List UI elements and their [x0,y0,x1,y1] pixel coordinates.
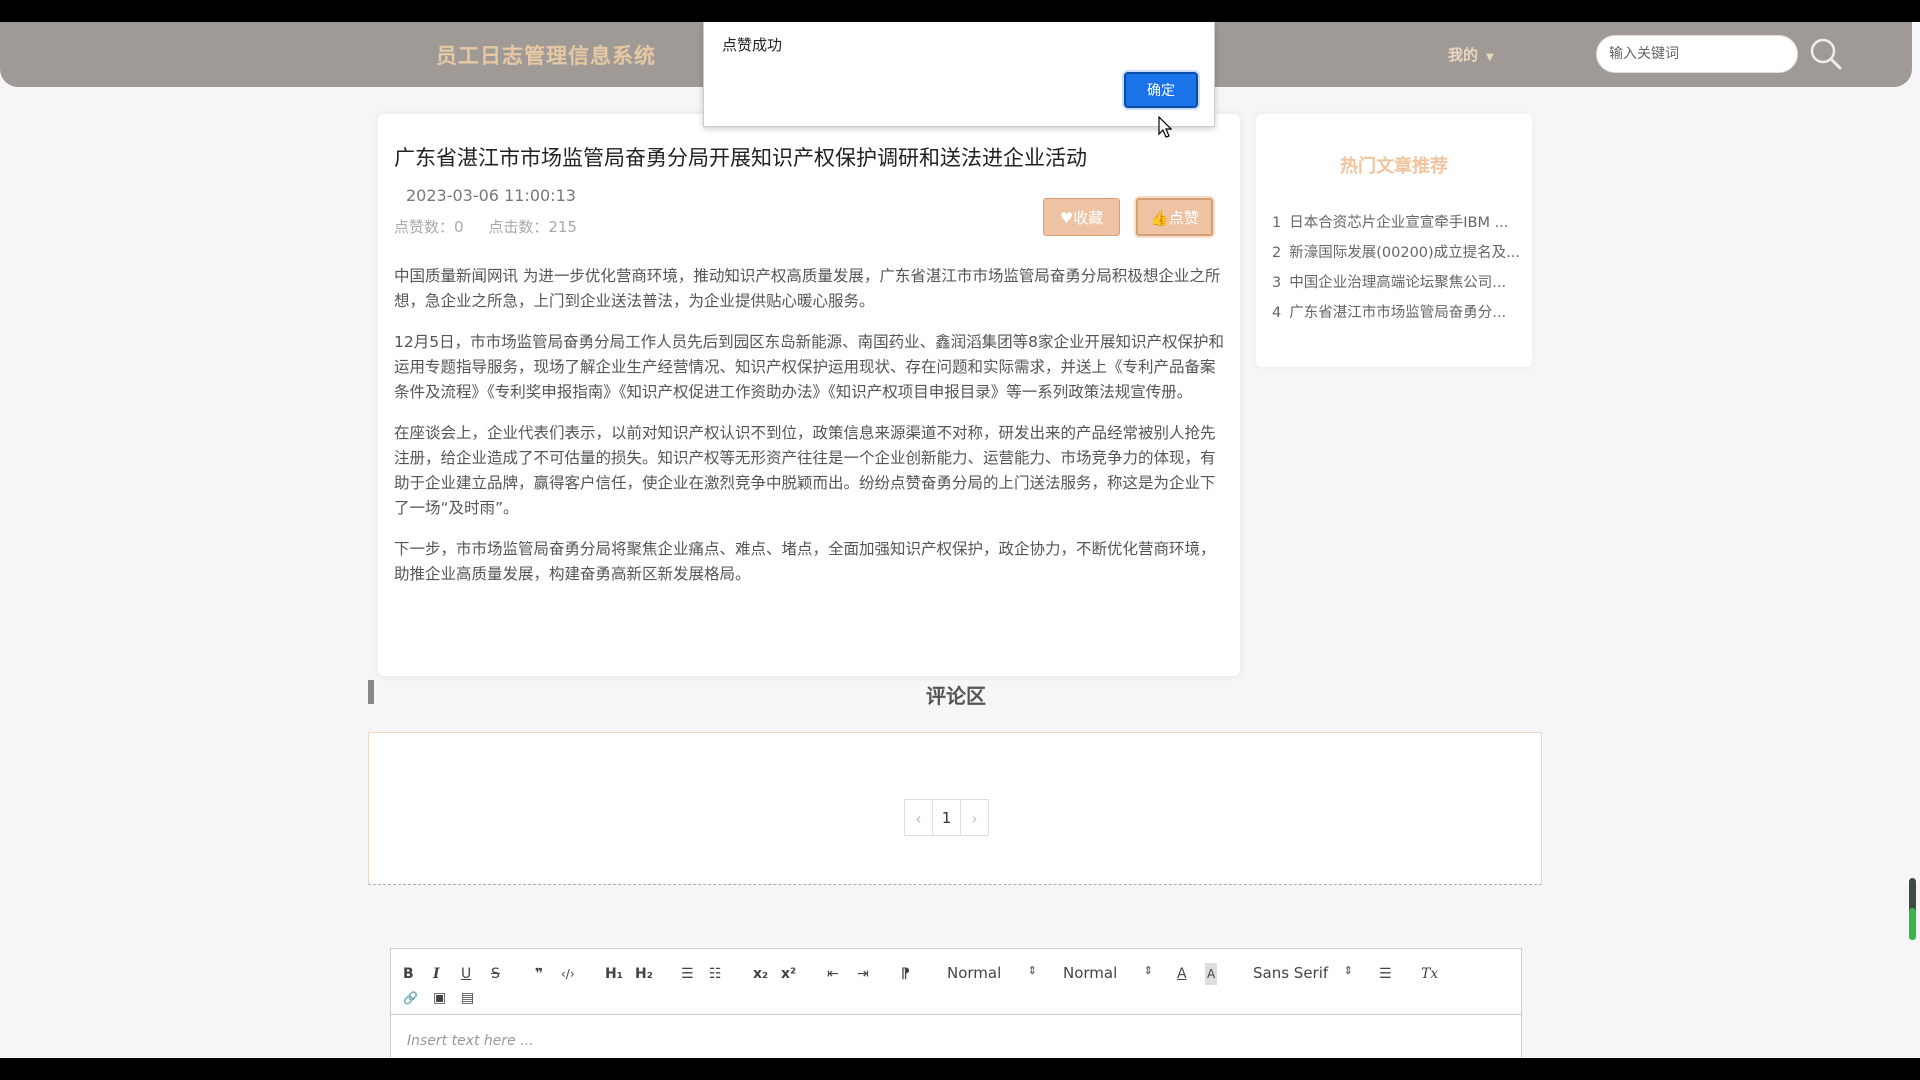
direction-rtl-button[interactable]: ⁋ [901,963,910,985]
hot-article-item[interactable]: 2 新濠国际发展(00200)成立提名及... [1272,238,1522,268]
clean-format-button[interactable]: Tx [1421,963,1438,985]
alert-dialog: 点赞成功 确定 [703,22,1215,127]
article-card: 广东省湛江市市场监管局奋勇分局开展知识产权保护调研和送法进企业活动 2023-0… [378,114,1240,676]
pagination-page[interactable]: 1 [932,799,961,836]
article-paragraph: 下一步，市市场监管局奋勇分局将聚焦企业痛点、难点、堵点，全面加强知识产权保护，政… [394,540,1216,583]
select-arrows-icon: ⇕ [1343,964,1353,977]
bullet-list-button[interactable]: ☷ [709,963,722,985]
ordered-list-button[interactable]: ☰ [681,963,694,985]
video-button[interactable]: ▤ [461,987,474,1009]
my-menu-label: 我的 [1448,46,1479,64]
comment-heading: 评论区 [926,684,986,708]
article-paragraph: 12月5日，市市场监管局奋勇分局工作人员先后到园区东岛新能源、南国药业、鑫润滔集… [394,333,1224,401]
like-button[interactable]: 👍点赞 [1136,198,1213,236]
browser-viewport: 员工日志管理信息系统 我的 ▼ 广东省湛江市市场监管局奋勇分局开展知识产权保护调研… [0,22,1920,1058]
page-scrollbar[interactable] [1909,878,1916,940]
hot-article-item[interactable]: 1 日本合资芯片企业宣宣牵手IBM ... [1272,208,1522,238]
alert-ok-button[interactable]: 确定 [1124,72,1198,108]
click-count: 点击数：215 [488,218,577,236]
pagination-prev[interactable]: ‹ [904,799,933,836]
indent-button[interactable]: ⇥ [857,963,869,985]
article-body: 中国质量新闻网讯 为进一步优化营商环境，推动知识产权高质量发展，广东省湛江市市场… [394,264,1224,603]
comment-editor: B I U S ❞ ‹/› H₁ H₂ ☰ ☷ x₂ x² ⇤ ⇥ ⁋ Norm… [390,948,1522,1058]
like-count: 点赞数：0 [394,218,464,236]
search-icon [1810,38,1842,70]
article-stats: 点赞数：0 点击数：215 [394,216,597,237]
site-brand[interactable]: 员工日志管理信息系统 [436,40,656,70]
link-button[interactable]: 🔗 [403,987,418,1009]
align-button[interactable]: ☰ [1379,963,1392,985]
select-arrows-icon: ⇕ [1143,964,1153,977]
image-button[interactable]: ▣ [433,987,446,1009]
hot-articles-title: 热门文章推荐 [1340,156,1448,177]
blockquote-button[interactable]: ❞ [535,963,543,985]
search-input[interactable] [1596,35,1798,73]
h1-button[interactable]: H₁ [605,963,623,985]
article-title: 广东省湛江市市场监管局奋勇分局开展知识产权保护调研和送法进企业活动 [394,146,1087,170]
superscript-button[interactable]: x² [781,963,796,985]
comment-list: ‹ 1 › [368,732,1542,885]
editor-toolbar: B I U S ❞ ‹/› H₁ H₂ ☰ ☷ x₂ x² ⇤ ⇥ ⁋ Norm… [391,949,1521,1015]
strike-button[interactable]: S [491,963,500,985]
font-select[interactable]: Sans Serif ⇕ [1253,964,1353,986]
caret-down-icon: ▼ [1486,52,1494,63]
alert-message: 点赞成功 [722,36,783,54]
article-date: 2023-03-06 11:00:13 [406,186,576,205]
select-arrows-icon: ⇕ [1027,964,1037,977]
favorite-button[interactable]: ♥收藏 [1043,198,1120,236]
scrollbar-indicator [1909,908,1916,940]
background-color-button[interactable]: A [1205,963,1218,985]
search-button[interactable] [1806,34,1846,74]
size-select[interactable]: Normal ⇕ [947,964,1037,986]
hot-article-item[interactable]: 3 中国企业治理高端论坛聚焦公司... [1272,268,1522,298]
hot-articles-list: 1 日本合资芯片企业宣宣牵手IBM ... 2 新濠国际发展(00200)成立提名及… [1272,208,1522,328]
my-menu-dropdown[interactable]: 我的 ▼ [1448,44,1494,65]
code-block-button[interactable]: ‹/› [561,963,575,985]
underline-button[interactable]: U [461,963,471,985]
hot-article-item[interactable]: 4 广东省湛江市市场监管局奋勇分... [1272,298,1522,328]
editor-input[interactable]: Insert text here ... [407,1033,534,1049]
text-color-button[interactable]: A [1177,963,1187,985]
pagination-next[interactable]: › [960,799,989,836]
mouse-cursor-icon [1158,116,1172,138]
hot-articles-panel: 热门文章推荐 1 日本合资芯片企业宣宣牵手IBM ... 2 新濠国际发展(0020… [1256,114,1532,367]
article-paragraph: 中国质量新闻网讯 为进一步优化营商环境，推动知识产权高质量发展，广东省湛江市市场… [394,267,1221,310]
pagination: ‹ 1 › [904,799,989,836]
bold-button[interactable]: B [403,963,414,985]
italic-button[interactable]: I [433,963,440,985]
h2-button[interactable]: H₂ [635,963,653,985]
header-select[interactable]: Normal ⇕ [1063,964,1153,986]
subscript-button[interactable]: x₂ [753,963,768,985]
article-paragraph: 在座谈会上，企业代表们表示，以前对知识产权认识不到位，政策信息来源渠道不对称，研… [394,424,1216,517]
outdent-button[interactable]: ⇤ [827,963,839,985]
